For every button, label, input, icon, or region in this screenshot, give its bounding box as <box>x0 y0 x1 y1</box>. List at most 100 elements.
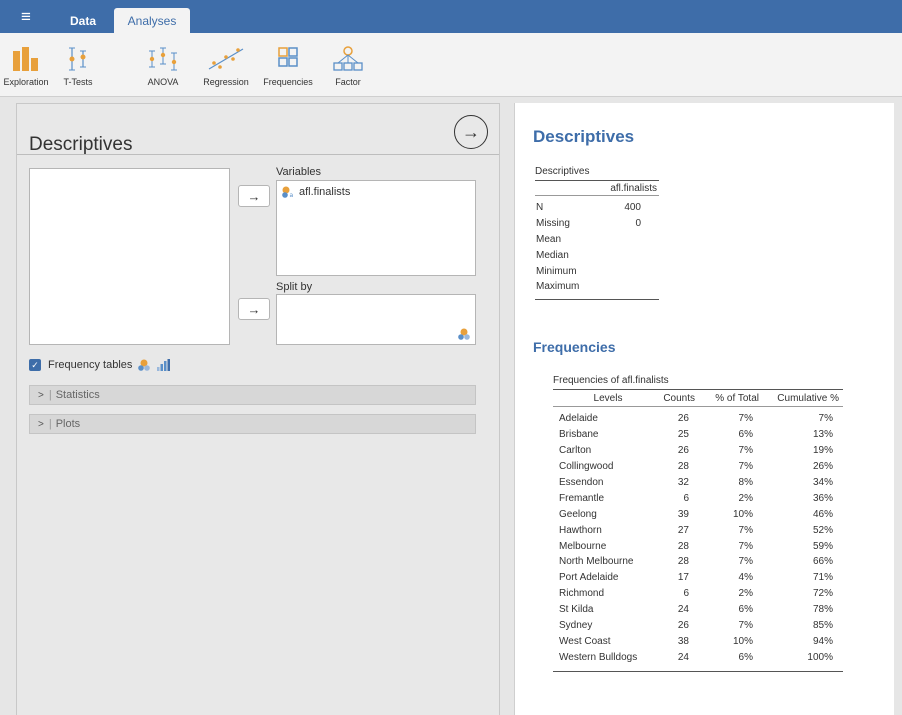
cumulative-percent-cell: 66% <box>812 556 833 568</box>
cumulative-percent-cell: 34% <box>812 477 833 488</box>
descriptives-table-body: N 400 Missing 0 Mean Median Minimum Maximum <box>535 196 659 295</box>
frequencies-button[interactable]: Frequencies <box>261 45 315 93</box>
percent-total-cell: 7% <box>738 461 753 473</box>
tab-data[interactable]: Data <box>52 8 114 33</box>
options-panel: Descriptives → → Variables a afl.finalis… <box>16 103 500 715</box>
cumulative-percent-cell: 13% <box>812 429 833 441</box>
count-cell: 25 <box>677 429 689 441</box>
percent-total-cell: 7% <box>738 620 753 632</box>
variable-item[interactable]: a afl.finalists <box>281 186 350 198</box>
count-cell: 26 <box>677 620 689 632</box>
level-name: Richmond <box>559 588 605 600</box>
cumulative-percent-cell: 46% <box>812 508 833 520</box>
header-cumulative: Cumulative % <box>777 392 839 404</box>
statistics-section-header[interactable]: > | Statistics <box>29 385 476 405</box>
plots-section-header[interactable]: > | Plots <box>29 414 476 434</box>
frequencies-heading: Frequencies <box>533 339 616 355</box>
chevron-right-icon: > <box>38 418 44 430</box>
percent-total-cell: 2% <box>738 492 753 504</box>
variable-name: afl.finalists <box>299 186 351 198</box>
cumulative-percent-cell: 100% <box>807 651 833 663</box>
factor-label: Factor <box>335 77 361 87</box>
top-bar: ≡ Data Analyses <box>0 0 902 33</box>
table-row: Port Adelaide 17 4% 71% <box>553 570 843 586</box>
frequency-tables-option[interactable]: ✓ Frequency tables <box>29 359 171 371</box>
options-title: Descriptives <box>29 134 133 155</box>
count-cell: 6 <box>683 588 689 600</box>
table-row: North Melbourne 28 7% 66% <box>553 554 843 570</box>
descriptives-table: afl.finalists N 400 Missing 0 Mean Median Mini… <box>535 180 659 300</box>
stat-name: Maximum <box>536 281 580 293</box>
level-name: Fremantle <box>559 492 605 504</box>
count-cell: 28 <box>677 461 689 473</box>
frequency-tables-checkbox[interactable]: ✓ <box>29 359 41 371</box>
table-row: Richmond 6 2% 72% <box>553 586 843 602</box>
frequencies-table-title: Frequencies of afl.finalists <box>553 375 669 386</box>
exploration-button[interactable]: Exploration <box>3 45 49 93</box>
hamburger-menu-icon[interactable]: ≡ <box>0 0 52 33</box>
frequencies-label: Frequencies <box>263 77 313 87</box>
tab-analyses[interactable]: Analyses <box>114 8 190 33</box>
variables-box[interactable]: a afl.finalists <box>276 180 476 276</box>
split-by-box[interactable] <box>276 294 476 345</box>
anova-button[interactable]: ANOVA <box>142 45 184 93</box>
factor-button[interactable]: Factor <box>331 45 365 93</box>
frequency-tables-label: Frequency tables <box>48 359 133 371</box>
move-to-split-by-button[interactable]: → <box>238 298 270 320</box>
arrow-right-icon: → <box>247 188 261 204</box>
level-name: North Melbourne <box>559 556 634 568</box>
factor-icon <box>333 46 363 71</box>
nominal-variable-icon <box>138 359 151 371</box>
level-name: St Kilda <box>559 604 594 616</box>
arrow-right-icon: → <box>247 301 261 317</box>
ttests-icon <box>69 47 86 71</box>
table-row: Collingwood 28 7% 26% <box>553 459 843 475</box>
table-row: Adelaide 26 7% 7% <box>553 411 843 427</box>
nominal-variable-icon <box>458 328 470 340</box>
table-row: Essendon 32 8% 34% <box>553 475 843 491</box>
count-cell: 27 <box>677 524 689 536</box>
ttests-button[interactable]: T-Tests <box>55 45 101 93</box>
level-name: Hawthorn <box>559 524 602 536</box>
level-name: Adelaide <box>559 413 598 425</box>
level-name: Carlton <box>559 445 592 457</box>
cumulative-percent-cell: 71% <box>812 572 833 584</box>
descriptives-column-header: afl.finalists <box>535 180 659 196</box>
descriptives-row: Median <box>535 247 659 263</box>
table-row: Western Bulldogs 24 6% 100% <box>553 649 843 665</box>
header-percent-total: % of Total <box>715 392 759 404</box>
exploration-label: Exploration <box>3 77 49 87</box>
descriptives-row: N 400 <box>535 200 659 216</box>
count-cell: 39 <box>677 508 689 520</box>
table-bottom-rule <box>553 671 843 673</box>
anova-label: ANOVA <box>147 77 179 87</box>
level-name: Collingwood <box>559 461 614 473</box>
percent-total-cell: 7% <box>738 413 753 425</box>
go-to-results-button[interactable]: → <box>454 115 488 149</box>
table-bottom-rule <box>535 298 659 300</box>
table-row: Sydney 26 7% 85% <box>553 618 843 634</box>
percent-total-cell: 10% <box>732 508 753 520</box>
count-cell: 28 <box>677 556 689 568</box>
level-name: West Coast <box>559 635 611 647</box>
count-cell: 24 <box>677 651 689 663</box>
level-name: Port Adelaide <box>559 572 619 584</box>
source-variable-list[interactable] <box>29 168 230 345</box>
count-cell: 6 <box>683 492 689 504</box>
count-cell: 26 <box>677 445 689 457</box>
count-cell: 28 <box>677 540 689 552</box>
percent-total-cell: 7% <box>738 524 753 536</box>
regression-button[interactable]: Regression <box>200 45 252 93</box>
percent-total-cell: 8% <box>738 477 753 488</box>
statistics-section-label: Statistics <box>55 389 100 401</box>
level-name: Sydney <box>559 620 593 632</box>
exploration-icon <box>13 47 38 71</box>
count-cell: 17 <box>677 572 689 584</box>
count-cell: 38 <box>677 635 689 647</box>
stat-name: Missing <box>536 218 570 230</box>
frequencies-table-header: Levels Counts % of Total Cumulative % <box>553 389 843 407</box>
move-to-variables-button[interactable]: → <box>238 185 270 207</box>
cumulative-percent-cell: 7% <box>818 413 833 425</box>
results-panel: Descriptives Descriptives afl.finalists … <box>514 103 894 715</box>
descriptives-row: Maximum <box>535 279 659 295</box>
